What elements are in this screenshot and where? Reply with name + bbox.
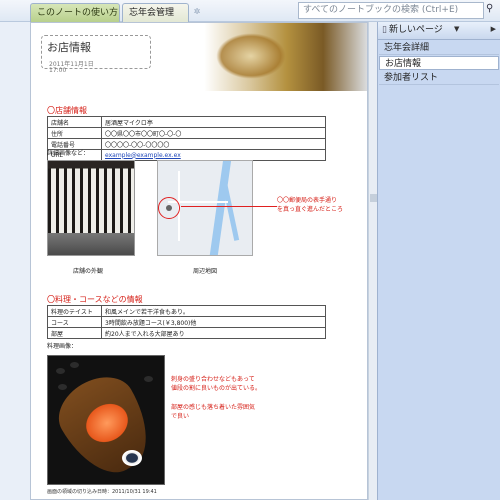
page-item-shop-info[interactable]: お店情報 — [379, 56, 499, 70]
food-images-label: 料理画像： — [47, 343, 78, 350]
header-food-image — [186, 23, 367, 91]
table-value: 3時間飲み放題コース(￥3,800)他 — [101, 316, 326, 328]
new-page-button[interactable]: ▯ 新しいページ — [378, 22, 500, 40]
page-item-party-details[interactable]: 忘年会詳細 — [379, 41, 499, 55]
table-key: 店舗名 — [47, 116, 102, 128]
page-title: お店情報 — [47, 41, 91, 54]
table-value: 居酒屋マイクロ亭 — [101, 116, 326, 128]
table-key: 部屋 — [47, 327, 102, 339]
callout-line — [181, 206, 277, 207]
search-icon[interactable]: ⚲ — [486, 3, 493, 14]
chevron-down-icon[interactable]: ▼ — [454, 25, 459, 33]
food-info-table: 料理のテイスト 和風メインで若干洋食もあり。 コース 3時間飲み放題コース(￥3… — [47, 305, 326, 339]
left-margin — [0, 22, 30, 500]
map-note-line2: を真っ直ぐ進んだところ — [277, 206, 344, 213]
new-page-label: 新しいページ — [388, 25, 443, 35]
food-note-line1: 刺身の盛り合わせなどもあって — [171, 376, 255, 383]
shop-section-heading: 〇店舗情報 — [47, 106, 87, 115]
chevron-right-icon[interactable]: ▶ — [491, 25, 496, 33]
tab-year-end-party[interactable]: 忘年会管理 — [122, 3, 189, 22]
table-row: 住所 〇〇県〇〇市〇〇町〇-〇-〇 — [47, 127, 326, 139]
table-row: 店舗名 居酒屋マイクロ亭 — [47, 116, 326, 128]
table-value: 和風メインで若干洋食もあり。 — [101, 305, 326, 317]
scrollbar-thumb[interactable] — [370, 194, 377, 202]
top-tab-bar: このノートの使い方 忘年会管理 ✲ すべてのノートブックの検索 (Ctrl+E)… — [0, 0, 500, 22]
table-row: 部屋 約20人まで入れる大部屋あり — [47, 327, 326, 339]
shop-exterior-photo — [47, 160, 135, 256]
table-key: コース — [47, 316, 102, 328]
decor-stone — [58, 384, 67, 390]
new-page-icon: ▯ — [382, 25, 387, 35]
page-list-pane: ▯ 新しいページ ▼ ▶ 忘年会詳細 お店情報 参加者リスト — [377, 22, 500, 500]
detail-images-label: 詳細画像など： — [47, 150, 90, 157]
table-value: 〇〇県〇〇市〇〇町〇-〇-〇 — [101, 127, 326, 139]
page-scrollbar[interactable] — [368, 22, 377, 500]
table-row: URL example@example.ex.ex — [47, 149, 326, 161]
shop-photo-caption: 店舗の外観 — [73, 268, 104, 275]
map-caption: 周辺地図 — [193, 268, 218, 275]
food-note-line3: 部屋の感じも落ち着いた雰囲気 — [171, 404, 256, 411]
map-note-line1: 〇〇郵便局の表手通り — [277, 197, 338, 204]
add-section-icon[interactable]: ✲ — [189, 3, 205, 22]
table-value: 〇〇〇〇-〇〇-〇〇〇〇 — [101, 138, 326, 150]
table-row: コース 3時間飲み放題コース(￥3,800)他 — [47, 316, 326, 328]
decor-stone — [144, 376, 153, 382]
sashimi-photo — [47, 355, 165, 485]
food-note-line4: で良い — [171, 413, 190, 420]
food-note-line2: 値段の割に良いものが出ている。 — [171, 385, 262, 392]
table-key: 住所 — [47, 127, 102, 139]
note-page[interactable]: お店情報 2011年11月1日 17:00 〇店舗情報 店舗名 居酒屋マイクロ亭… — [30, 22, 368, 500]
url-link[interactable]: example@example.ex.ex — [105, 152, 181, 159]
decor-stone — [70, 362, 79, 368]
table-row: 電話番号 〇〇〇〇-〇〇-〇〇〇〇 — [47, 138, 326, 150]
page-time: 17:00 — [49, 67, 67, 74]
soy-sauce-bowl — [122, 450, 142, 466]
table-key: 料理のテイスト — [47, 305, 102, 317]
decor-stone — [56, 368, 65, 374]
search-input[interactable]: すべてのノートブックの検索 (Ctrl+E) — [298, 2, 484, 19]
map-pin-icon — [166, 205, 172, 211]
page-item-attendee-list[interactable]: 参加者リスト — [379, 71, 499, 85]
tab-how-to-use[interactable]: このノートの使い方 — [30, 3, 120, 22]
table-value: 約20人まで入れる大部屋あり — [101, 327, 326, 339]
map-river — [221, 181, 240, 241]
food-photo-caption: 画面の領域の切り込み日時：2011/10/31 19:41 — [47, 489, 157, 495]
table-row: 料理のテイスト 和風メインで若干洋食もあり。 — [47, 305, 326, 317]
food-section-heading: 〇料理・コースなどの情報 — [47, 295, 143, 304]
